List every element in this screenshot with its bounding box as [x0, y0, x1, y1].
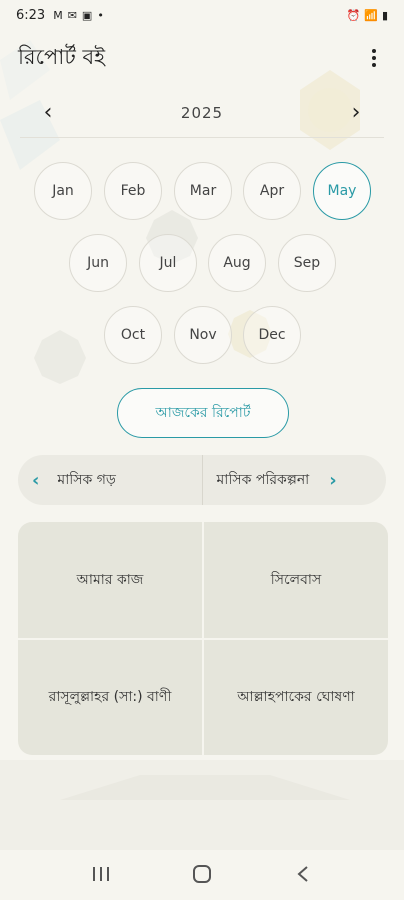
recent-apps-icon[interactable] [81, 859, 121, 889]
tab-monthly-average[interactable]: ‹ মাসিক গড় [18, 455, 202, 505]
month-sep[interactable]: Sep [278, 234, 336, 292]
status-bar: 6:23 M ✉ ▣ • ⏰ 📶 ▮ [0, 0, 404, 30]
menu-grid: আমার কাজ সিলেবাস রাসূলুল্লাহর (সা:) বাণী… [18, 522, 388, 755]
monthly-tabs: ‹ মাসিক গড় মাসিক পরিকল্পনা › [18, 455, 386, 505]
grid-item-hadith[interactable]: রাসূলুল্লাহর (সা:) বাণী [18, 639, 202, 755]
message-icon: ✉ [67, 8, 77, 22]
month-jul[interactable]: Jul [139, 234, 197, 292]
notification-icons: M ✉ ▣ • [53, 9, 104, 22]
app-icon: ▣ [81, 8, 93, 22]
page-title: রিপোর্ট বই [18, 44, 106, 69]
signal-icon: 📶 [364, 8, 378, 22]
month-feb[interactable]: Feb [104, 162, 162, 220]
grid-item-my-work[interactable]: আমার কাজ [18, 522, 202, 638]
back-icon[interactable] [283, 859, 323, 889]
grid-item-syllabus[interactable]: সিলেবাস [204, 522, 388, 638]
status-time: 6:23 [16, 7, 46, 23]
month-dec[interactable]: Dec [243, 306, 301, 364]
more-vert-icon[interactable] [362, 44, 386, 72]
grid-item-announcement[interactable]: আল্লাহপাকের ঘোষণা [204, 639, 388, 755]
battery-icon: ▮ [381, 8, 388, 22]
month-may[interactable]: May [313, 162, 371, 220]
system-nav-bar [0, 848, 404, 900]
chevron-left-icon[interactable]: ‹ [38, 100, 58, 125]
chevron-left-icon[interactable]: ‹ [32, 470, 39, 491]
month-aug[interactable]: Aug [208, 234, 266, 292]
gmail-icon: M [53, 8, 63, 22]
year-label: 2025 [180, 103, 224, 122]
month-jun[interactable]: Jun [69, 234, 127, 292]
month-oct[interactable]: Oct [104, 306, 162, 364]
month-apr[interactable]: Apr [243, 162, 301, 220]
chevron-right-icon[interactable]: › [329, 470, 336, 491]
month-jan[interactable]: Jan [34, 162, 92, 220]
system-icons: ⏰ 📶 ▮ [347, 9, 388, 22]
tab-monthly-plan[interactable]: মাসিক পরিকল্পনা › [201, 455, 387, 505]
app-bar: রিপোর্ট বই [0, 40, 404, 76]
alarm-icon: ⏰ [346, 8, 361, 22]
tab-monthly-plan-label: মাসিক পরিকল্পনা [216, 472, 310, 488]
home-icon[interactable] [182, 859, 222, 889]
month-nov[interactable]: Nov [174, 306, 232, 364]
today-report-button[interactable]: আজকের রিপোর্ট [117, 388, 289, 438]
month-mar[interactable]: Mar [174, 162, 232, 220]
tab-monthly-average-label: মাসিক গড় [57, 472, 116, 488]
dot-icon: • [97, 8, 104, 22]
year-selector: ‹ 2025 › [20, 88, 384, 138]
chevron-right-icon[interactable]: › [346, 100, 366, 125]
